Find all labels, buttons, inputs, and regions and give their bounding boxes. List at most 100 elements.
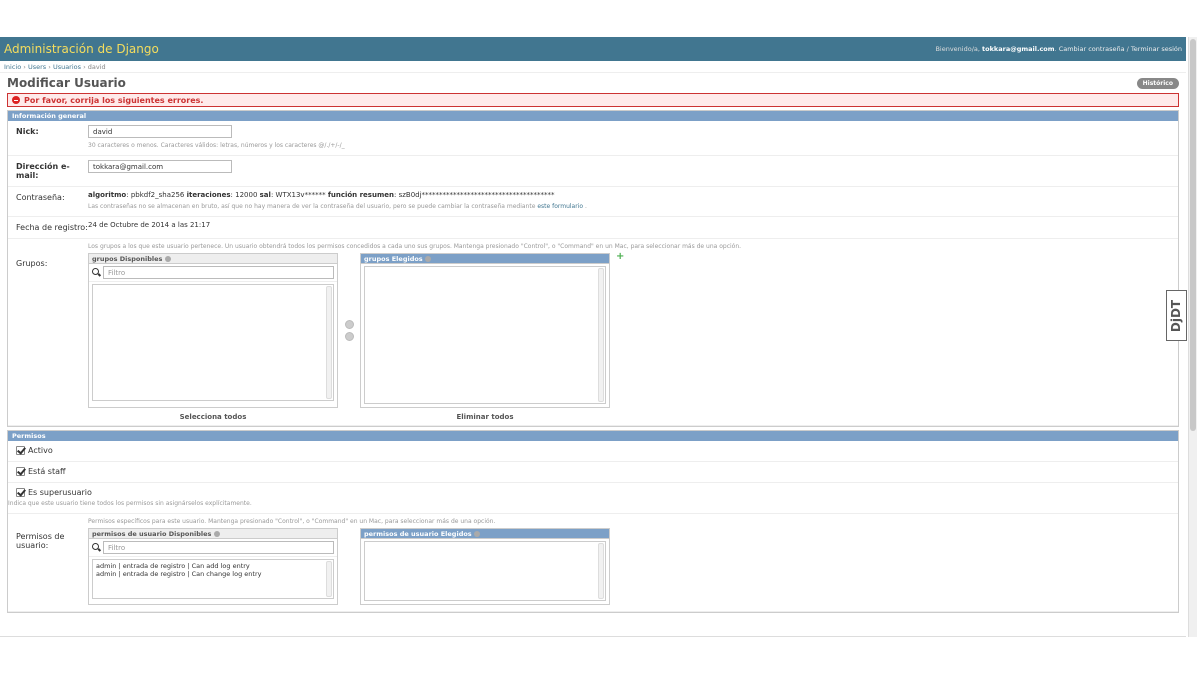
perm-option[interactable]: admin | entrada de registro | Can add lo… <box>96 562 330 570</box>
breadcrumb-sep: › <box>83 63 86 71</box>
scrollbar[interactable] <box>598 543 604 599</box>
perms-chosen-list[interactable] <box>364 541 606 601</box>
scrollbar[interactable] <box>598 268 604 402</box>
djdt-label: DjDT <box>1169 299 1184 332</box>
user-perms-row: Permisos de usuario: Permisos específico… <box>8 514 1178 612</box>
pwd-salt-key: sal <box>259 191 271 199</box>
password-row: Contraseña: algoritmo: pbkdf2_sha256 ite… <box>8 187 1178 217</box>
email-input[interactable]: tokkara@gmail.com <box>88 160 232 173</box>
pwd-hash-key: función resumen <box>327 191 394 199</box>
active-row: Activo <box>8 441 1178 462</box>
password-change-link[interactable]: este formulario <box>537 203 583 210</box>
groups-filter-input[interactable]: Filtro <box>103 266 334 279</box>
pwd-hash-val: : szB0dj********************************… <box>393 191 555 199</box>
superuser-label: Es superusuario <box>28 488 92 497</box>
email-row: Dirección e-mail: tokkara@gmail.com <box>8 156 1178 187</box>
breadcrumb-model[interactable]: Usuarios <box>53 63 81 71</box>
pwd-algo-key: algoritmo <box>88 191 127 199</box>
nick-row: Nick: david 30 caracteres o menos. Carac… <box>8 121 1178 156</box>
superuser-checkbox[interactable] <box>16 488 25 497</box>
date-row: Fecha de registro: 24 de Octubre de 2014… <box>8 217 1178 239</box>
welcome-text: Bienvenido/a, <box>935 45 980 53</box>
pwd-salt-val: : WTX13v****** <box>270 191 326 199</box>
remove-arrow-icon[interactable] <box>344 332 354 341</box>
page-scrollbar[interactable] <box>1188 37 1197 637</box>
debug-toolbar-handle[interactable]: DjDT <box>1166 290 1187 341</box>
help-icon <box>164 256 171 262</box>
remove-all-button[interactable]: Eliminar todos <box>360 413 610 421</box>
scrollbar[interactable] <box>326 286 332 399</box>
pwd-iter-key: iteraciones <box>186 191 231 199</box>
staff-label: Está staff <box>28 467 66 476</box>
history-button[interactable]: Histórico <box>1136 77 1179 89</box>
groups-label: Grupos: <box>16 259 48 268</box>
active-checkbox[interactable] <box>16 446 25 455</box>
perms-filter: Filtro <box>89 539 337 557</box>
error-message: Por favor, corrija los siguientes errore… <box>24 95 204 105</box>
groups-row: Grupos: Los grupos a los que este usuari… <box>8 239 1178 426</box>
groups-chosen-list[interactable] <box>364 266 606 404</box>
change-password-link[interactable]: Cambiar contraseña <box>1059 45 1125 53</box>
breadcrumb-current: david <box>87 63 106 71</box>
breadcrumb-home[interactable]: Inicio <box>4 63 21 71</box>
pwd-algo-val: : pbkdf2_sha256 <box>126 191 185 199</box>
general-info-module: Información general Nick: david 30 carac… <box>7 110 1179 427</box>
general-info-heading: Información general <box>8 111 1178 121</box>
groups-help: Los grupos a los que este usuario perten… <box>88 243 742 250</box>
search-icon <box>92 268 101 277</box>
date-value: 24 de Octubre de 2014 a las 21:17 <box>88 221 211 229</box>
help-icon <box>213 531 220 537</box>
scrollbar-thumb[interactable] <box>1190 39 1196 431</box>
groups-available-title: grupos Disponibles <box>89 254 337 264</box>
groups-move-controls <box>338 253 360 408</box>
password-help-text: Las contraseñas no se almacenan en bruto… <box>88 203 536 210</box>
perms-filter-input[interactable]: Filtro <box>103 541 334 554</box>
page-title: Modificar Usuario <box>7 76 126 90</box>
permissions-heading: Permisos <box>8 431 1178 441</box>
admin-header: Administración de Django Bienvenido/a, t… <box>0 37 1186 61</box>
groups-available: grupos Disponibles Filtro <box>88 253 338 408</box>
breadcrumb-app[interactable]: Users <box>28 63 46 71</box>
groups-chosen: grupos Elegidos <box>360 253 610 408</box>
perms-chosen-title: permisos de usuario Elegidos <box>361 529 609 539</box>
perm-option[interactable]: admin | entrada de registro | Can change… <box>96 570 330 578</box>
password-help-end: . <box>584 203 587 210</box>
active-label: Activo <box>28 446 53 455</box>
nick-label: Nick: <box>16 127 39 136</box>
add-arrow-icon[interactable] <box>344 320 354 329</box>
groups-filter: Filtro <box>89 264 337 282</box>
groups-chosen-title: grupos Elegidos <box>361 254 609 264</box>
add-group-icon[interactable]: + <box>616 252 624 408</box>
logout-link[interactable]: Terminar sesión <box>1131 45 1182 53</box>
perms-available: permisos de usuario Disponibles Filtro a… <box>88 528 338 605</box>
password-help: Las contraseñas no se almacenan en bruto… <box>88 203 1178 210</box>
date-label: Fecha de registro: <box>16 223 88 232</box>
scrollbar[interactable] <box>326 561 332 597</box>
password-label: Contraseña: <box>16 193 65 202</box>
perms-selector: permisos de usuario Disponibles Filtro a… <box>88 528 1178 605</box>
nick-input[interactable]: david <box>88 125 232 138</box>
superuser-help: Indica que este usuario tiene todos los … <box>8 500 252 507</box>
nick-help: 30 caracteres o menos. Caracteres válido… <box>88 142 345 149</box>
groups-chosen-label: grupos Elegidos <box>364 255 423 263</box>
perms-available-label: permisos de usuario Disponibles <box>92 530 212 538</box>
perms-chosen: permisos de usuario Elegidos <box>360 528 610 605</box>
help-icon <box>473 531 480 537</box>
permissions-module: Permisos Activo Está staff Es superusuar… <box>7 430 1179 613</box>
user-email: tokkara@gmail.com <box>982 45 1055 53</box>
groups-available-label: grupos Disponibles <box>92 255 163 263</box>
groups-available-list[interactable] <box>92 284 334 401</box>
breadcrumb: Inicio › Users › Usuarios › david <box>0 61 1186 73</box>
help-icon <box>424 256 431 262</box>
select-all-button[interactable]: Selecciona todos <box>88 413 338 421</box>
password-summary: algoritmo: pbkdf2_sha256 iteraciones: 12… <box>88 191 1178 199</box>
perms-available-title: permisos de usuario Disponibles <box>89 529 337 539</box>
staff-checkbox[interactable] <box>16 467 25 476</box>
email-label: Dirección e-mail: <box>16 162 70 180</box>
error-icon <box>12 96 20 104</box>
search-icon <box>92 543 101 552</box>
site-brand[interactable]: Administración de Django <box>4 42 159 56</box>
perms-chosen-label: permisos de usuario Elegidos <box>364 530 472 538</box>
error-note: Por favor, corrija los siguientes errore… <box>7 93 1179 107</box>
perms-available-list[interactable]: admin | entrada de registro | Can add lo… <box>92 559 334 599</box>
